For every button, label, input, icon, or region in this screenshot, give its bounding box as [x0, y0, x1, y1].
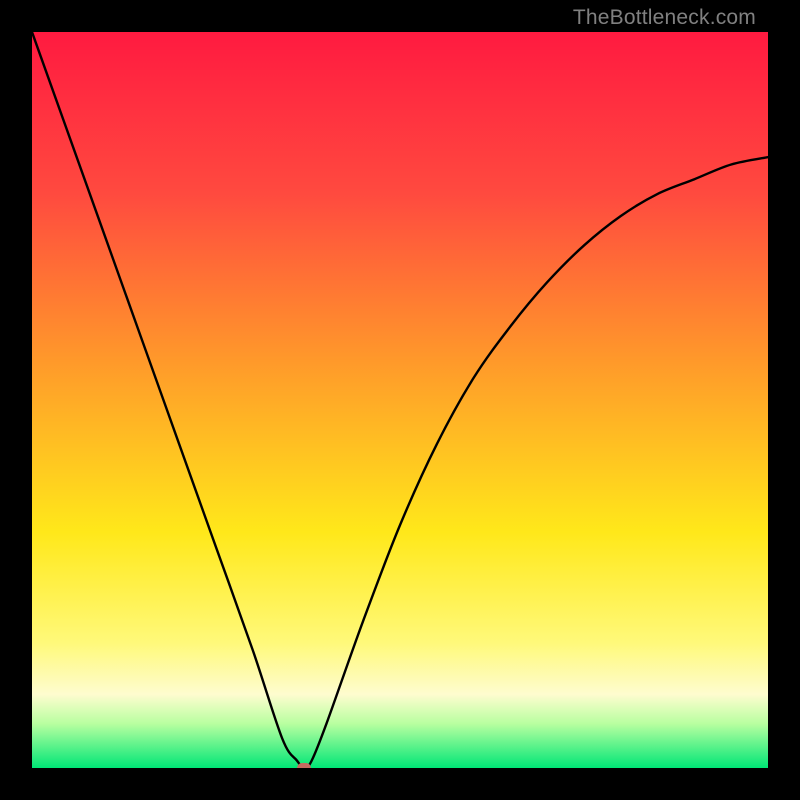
bottleneck-curve [32, 32, 768, 768]
minimum-marker [297, 763, 311, 768]
watermark-text: TheBottleneck.com [573, 6, 756, 30]
chart-frame: TheBottleneck.com [0, 0, 800, 800]
plot-area [32, 32, 768, 768]
